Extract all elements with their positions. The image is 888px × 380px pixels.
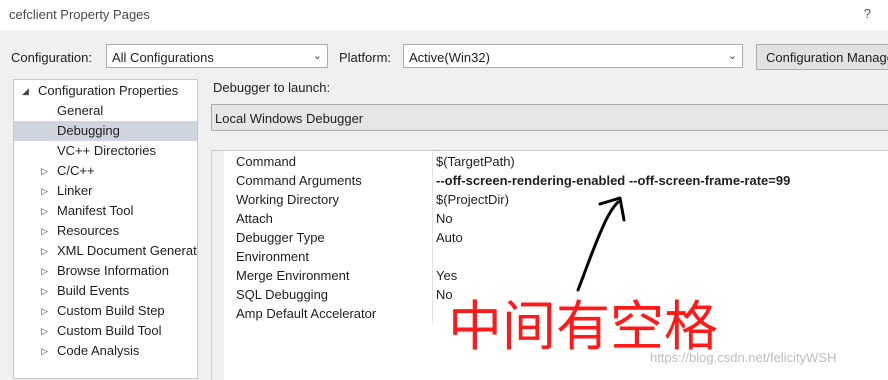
platform-select[interactable]: Active(Win32) ⌄ (403, 44, 743, 68)
tree-item-label: XML Document Generator (57, 243, 198, 258)
configuration-select[interactable]: All Configurations ⌄ (106, 44, 328, 68)
triangle-right-icon[interactable]: ▷ (41, 241, 48, 261)
tree-item-label: Debugging (57, 123, 120, 138)
property-tree: ◢ Configuration Properties General Debuggin… (13, 79, 198, 379)
tree-item-label: Configuration Properties (38, 83, 179, 98)
property-name: Working Directory (236, 192, 340, 207)
tree-item[interactable]: ▷ C/C++ (14, 161, 197, 181)
configuration-label: Configuration: (11, 50, 92, 65)
property-name: Attach (236, 211, 273, 226)
tree-item[interactable]: VC++ Directories (14, 141, 197, 161)
triangle-right-icon[interactable]: ▷ (41, 301, 48, 321)
property-name: Command Arguments (236, 173, 362, 188)
platform-label: Platform: (339, 50, 392, 65)
tree-item[interactable]: ▷ Manifest Tool (14, 201, 197, 221)
property-value[interactable]: No (436, 209, 453, 228)
tree-item-label: General (57, 103, 104, 118)
tree-item-label: Code Analysis (57, 343, 140, 358)
property-row[interactable]: Merge Environment Yes (224, 266, 888, 285)
property-row[interactable]: Attach No (224, 209, 888, 228)
title-bar: cefclient Property Pages ? (0, 0, 888, 30)
triangle-right-icon[interactable]: ▷ (41, 281, 48, 301)
property-value[interactable]: $(ProjectDir) (436, 190, 509, 209)
triangle-right-icon[interactable]: ▷ (41, 261, 48, 281)
tree-item-label: Custom Build Tool (57, 323, 162, 338)
tree-item[interactable]: ◢ Configuration Properties (14, 81, 197, 101)
property-name: Merge Environment (236, 268, 350, 283)
annotation-text: 中间有空格 (448, 295, 718, 358)
tree-item[interactable]: ▷ Custom Build Step (14, 301, 197, 321)
watermark: https://blog.csdn.net/felicityWSH (650, 350, 837, 365)
grid-gutter (212, 151, 224, 380)
tree-item[interactable]: General (14, 101, 197, 121)
tree-item-label: Build Events (57, 283, 130, 298)
tree-item[interactable]: ▷ Code Analysis (14, 341, 197, 361)
chevron-down-icon: ⌄ (727, 50, 737, 62)
debugger-to-launch-label: Debugger to launch: (213, 80, 331, 95)
tree-item-label: VC++ Directories (57, 143, 156, 158)
tree-item-label: Linker (57, 183, 93, 198)
property-name: Command (236, 154, 296, 169)
property-row[interactable]: Environment (224, 247, 888, 266)
annotation-arrow-icon (576, 196, 626, 292)
property-name: Debugger Type (236, 230, 325, 245)
debugger-select[interactable]: Local Windows Debugger (211, 104, 888, 131)
property-name: SQL Debugging (236, 287, 329, 302)
configuration-value: All Configurations (112, 50, 214, 65)
tree-item-label: C/C++ (57, 163, 95, 178)
triangle-right-icon[interactable]: ▷ (41, 201, 48, 221)
tree-item-label: Custom Build Step (57, 303, 165, 318)
triangle-right-icon[interactable]: ▷ (41, 341, 48, 361)
tree-item[interactable]: ▷ Custom Build Tool (14, 321, 197, 341)
tree-item-label: Browse Information (57, 263, 169, 278)
property-name: Amp Default Accelerator (236, 306, 377, 321)
tree-item[interactable]: ▷ Build Events (14, 281, 197, 301)
configuration-manager-button[interactable]: Configuration Manager... (756, 44, 888, 70)
tree-item[interactable]: ▷ Browse Information (14, 261, 197, 281)
window-title: cefclient Property Pages (9, 7, 150, 22)
tree-item[interactable]: Debugging (14, 121, 197, 141)
triangle-right-icon[interactable]: ▷ (41, 221, 48, 241)
platform-value: Active(Win32) (409, 50, 490, 65)
help-icon[interactable]: ? (864, 6, 871, 21)
tree-item[interactable]: ▷ Linker (14, 181, 197, 201)
property-row[interactable]: Command Arguments --off-screen-rendering-… (224, 171, 888, 190)
chevron-down-icon: ⌄ (312, 50, 322, 62)
property-name: Environment (236, 249, 309, 264)
configuration-row: Configuration: All Configurations ⌄ Plat… (0, 42, 888, 72)
tree-item[interactable]: ▷ XML Document Generator (14, 241, 198, 261)
triangle-right-icon[interactable]: ▷ (41, 181, 48, 201)
triangle-down-icon[interactable]: ◢ (22, 81, 29, 101)
property-value[interactable]: --off-screen-rendering-enabled --off-scr… (436, 171, 790, 190)
property-row[interactable]: Debugger Type Auto (224, 228, 888, 247)
tree-item-label: Resources (57, 223, 120, 238)
property-value[interactable]: Yes (436, 266, 457, 285)
tree-item[interactable]: ▷ Resources (14, 221, 197, 241)
triangle-right-icon[interactable]: ▷ (41, 161, 48, 181)
property-value[interactable]: $(TargetPath) (436, 152, 515, 171)
property-value[interactable]: Auto (436, 228, 463, 247)
triangle-right-icon[interactable]: ▷ (41, 321, 48, 341)
tree-item-label: Manifest Tool (57, 203, 134, 218)
property-row[interactable]: Working Directory $(ProjectDir) (224, 190, 888, 209)
property-row[interactable]: Command $(TargetPath) (224, 152, 888, 171)
